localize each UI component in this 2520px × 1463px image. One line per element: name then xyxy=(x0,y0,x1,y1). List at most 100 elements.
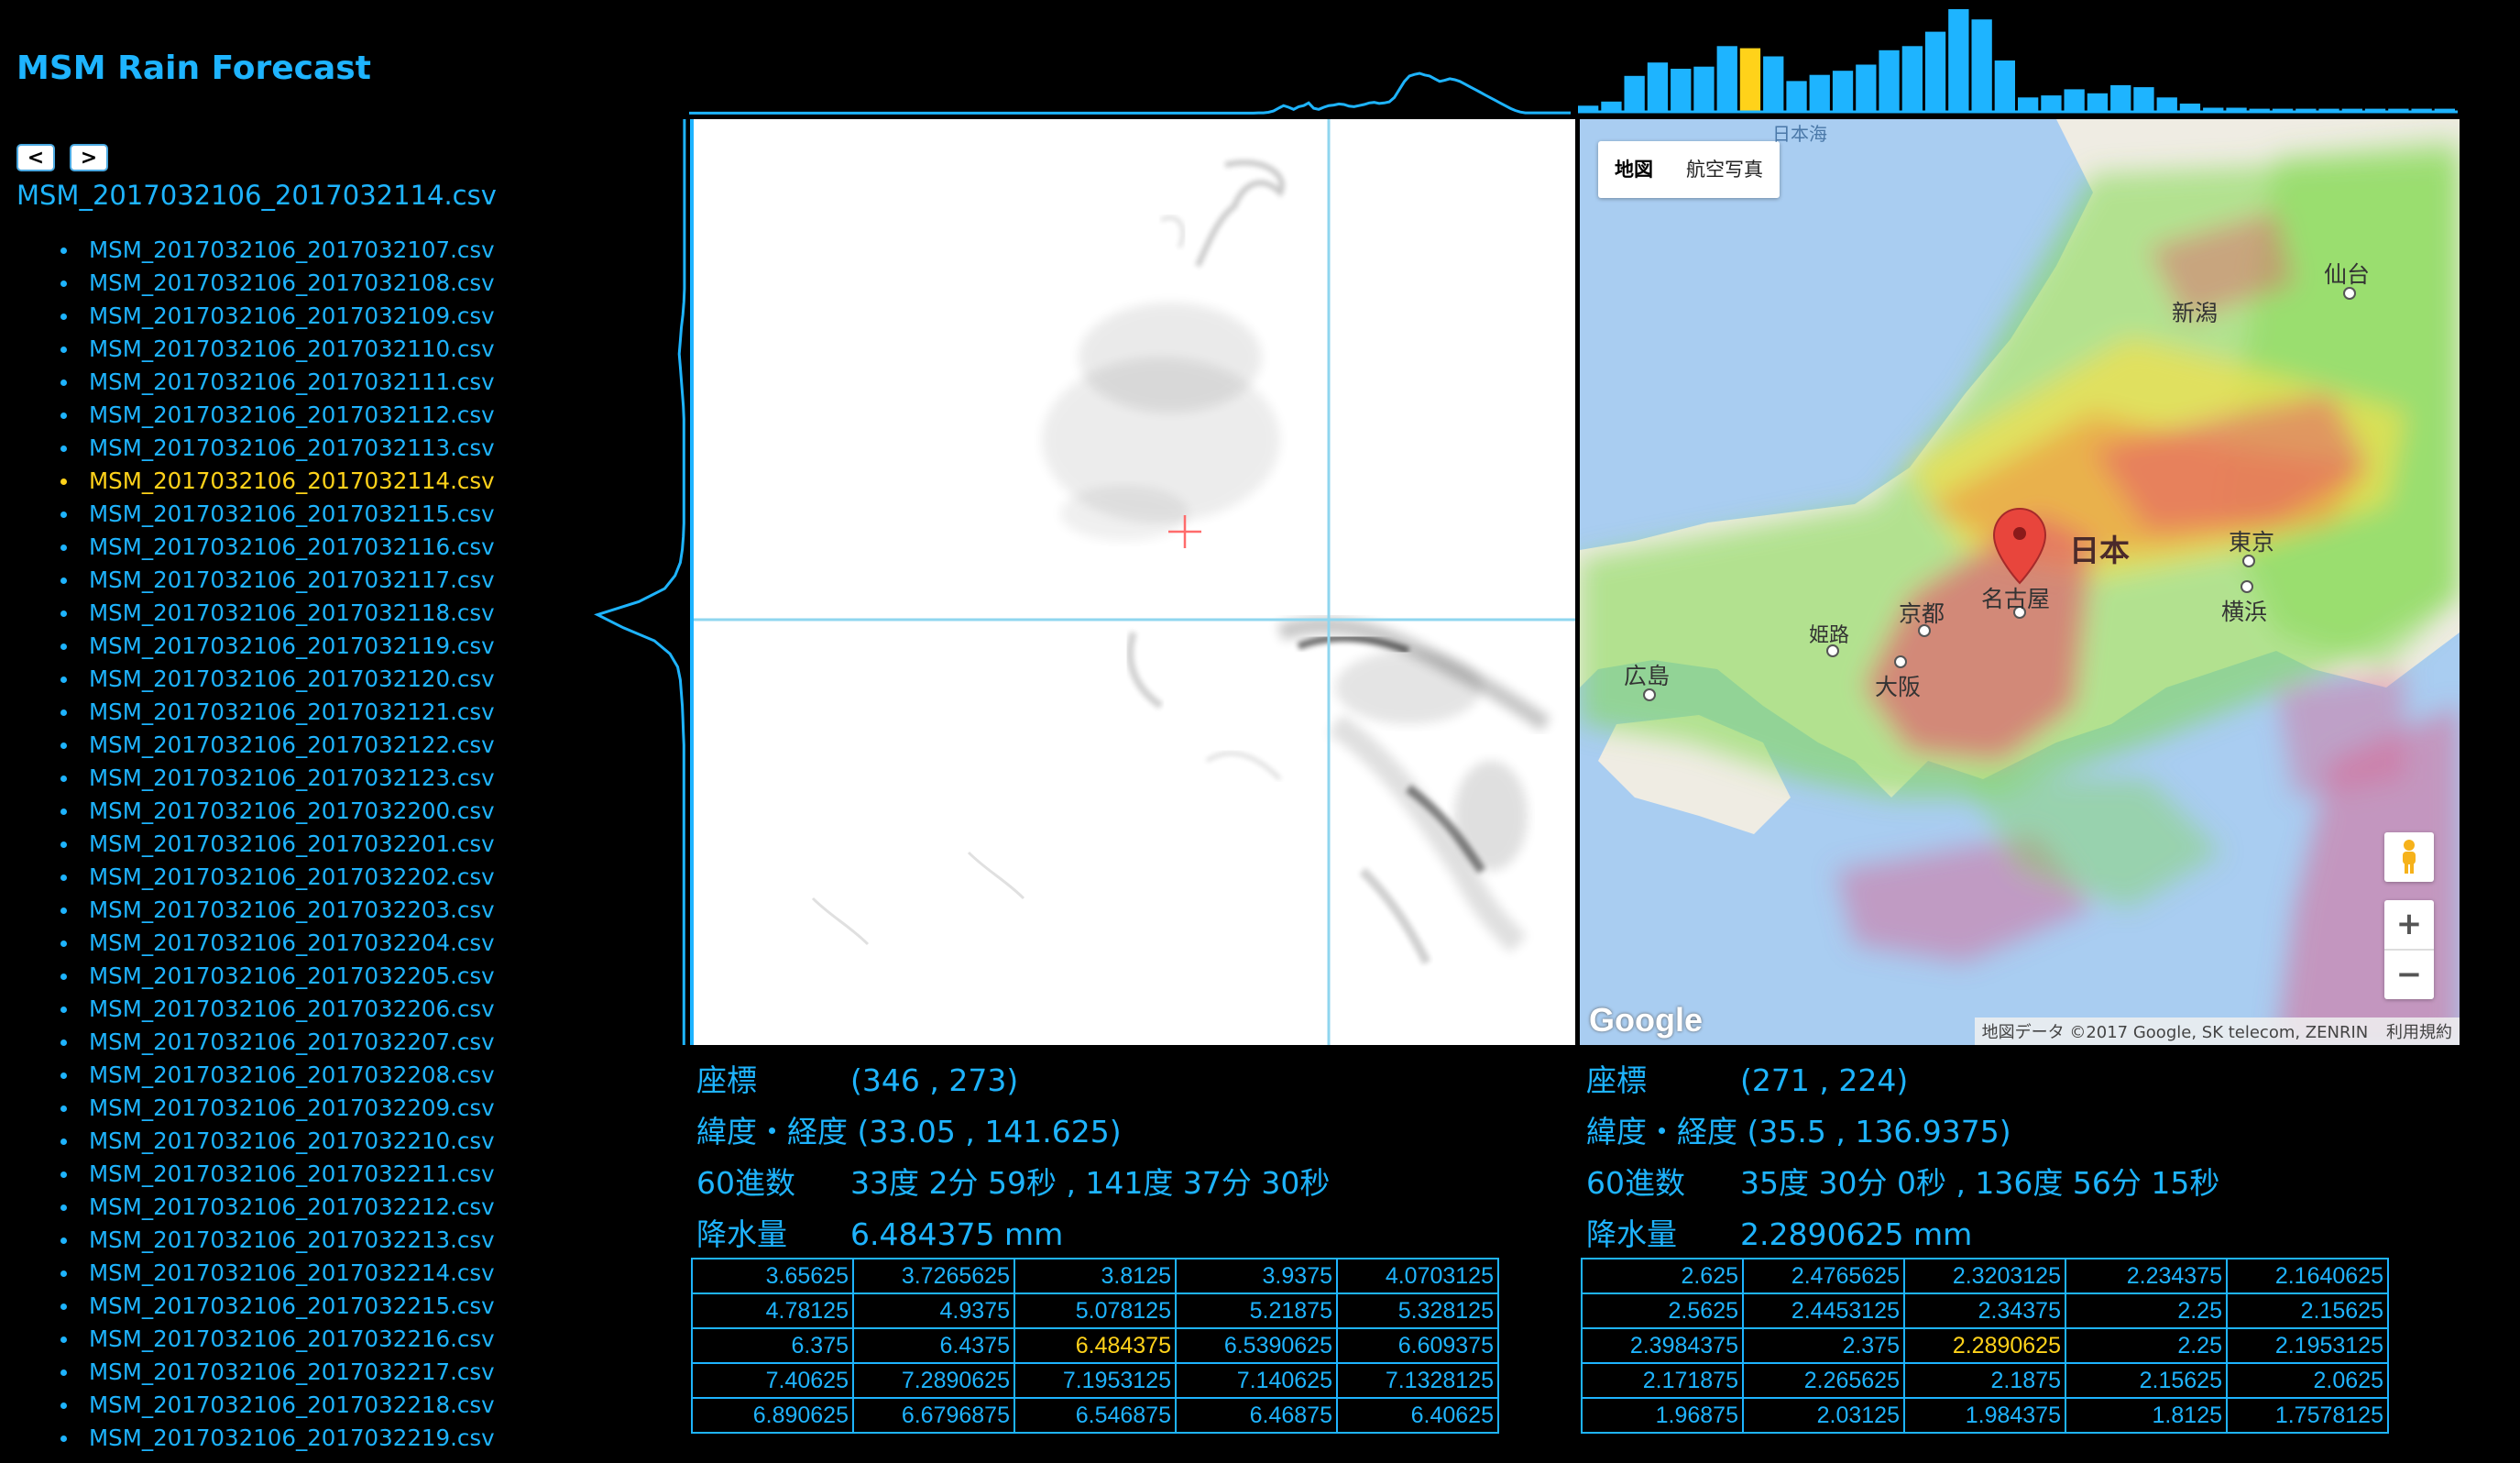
file-list-item[interactable]: MSM_2017032106_2017032205.csv xyxy=(60,960,495,993)
grid-row: 6.375 6.4375 6.484375 6.5390625 6.609375 xyxy=(691,1327,1499,1364)
sea-label: 日本海 xyxy=(1772,123,1827,145)
next-button[interactable]: > xyxy=(70,144,108,171)
grid-cell: 2.1953125 xyxy=(2226,1327,2389,1364)
city-label-himeji: 姫路 xyxy=(1809,624,1850,647)
file-list-item[interactable]: MSM_2017032106_2017032200.csv xyxy=(60,795,495,828)
file-list-item[interactable]: MSM_2017032106_2017032217.csv xyxy=(60,1356,495,1389)
file-list-item[interactable]: MSM_2017032106_2017032122.csv xyxy=(60,729,495,762)
grid-cell: 1.7578125 xyxy=(2226,1397,2389,1434)
left-rain-row: 降水量 6.484375 mm xyxy=(696,1210,1063,1254)
file-list-item[interactable]: MSM_2017032106_2017032201.csv xyxy=(60,828,495,861)
histogram-bar[interactable] xyxy=(2110,84,2131,112)
grid-row: 6.890625 6.6796875 6.546875 6.46875 6.40625 xyxy=(691,1397,1499,1434)
histogram-bar[interactable] xyxy=(2064,89,2085,112)
histogram-bar[interactable] xyxy=(1624,75,1645,112)
file-list-item[interactable]: MSM_2017032106_2017032115.csv xyxy=(60,498,495,531)
histogram-bar[interactable] xyxy=(1693,66,1715,112)
file-list-item[interactable]: MSM_2017032106_2017032210.csv xyxy=(60,1125,495,1158)
file-list-item[interactable]: MSM_2017032106_2017032204.csv xyxy=(60,927,495,960)
histogram-bar[interactable] xyxy=(2018,97,2039,112)
histogram-bar[interactable] xyxy=(1716,46,1737,112)
file-list-item[interactable]: MSM_2017032106_2017032214.csv xyxy=(60,1257,495,1290)
histogram-bar[interactable] xyxy=(1786,81,1807,112)
file-list-item[interactable]: MSM_2017032106_2017032207.csv xyxy=(60,1026,495,1059)
map-type-satellite-button[interactable]: 航空写真 xyxy=(1670,141,1780,198)
file-list-item[interactable]: MSM_2017032106_2017032215.csv xyxy=(60,1290,495,1323)
histogram-bar[interactable] xyxy=(1601,101,1622,112)
zoom-out-button[interactable]: − xyxy=(2384,951,2434,999)
grid-cell: 2.4453125 xyxy=(1742,1292,1905,1329)
file-list-item[interactable]: MSM_2017032106_2017032211.csv xyxy=(60,1158,495,1191)
histogram-bar[interactable] xyxy=(1901,46,1923,112)
histogram-bar[interactable] xyxy=(2087,93,2109,112)
histogram-bar[interactable] xyxy=(2041,95,2062,112)
file-list-item[interactable]: MSM_2017032106_2017032111.csv xyxy=(60,366,495,399)
right-rain-row: 降水量 2.2890625 mm xyxy=(1586,1210,1972,1254)
histogram-bar[interactable] xyxy=(1832,71,1854,112)
file-list-item[interactable]: MSM_2017032106_2017032117.csv xyxy=(60,564,495,597)
left-latlon-value: (33.05 , 141.625) xyxy=(857,1114,1122,1150)
grid-cell: 7.1953125 xyxy=(1013,1362,1177,1399)
right-coord-value: (271 , 224) xyxy=(1740,1062,1909,1098)
histogram-bar[interactable] xyxy=(1924,31,1946,112)
file-list-item[interactable]: MSM_2017032106_2017032216.csv xyxy=(60,1323,495,1356)
file-list-item[interactable]: MSM_2017032106_2017032112.csv xyxy=(60,399,495,432)
file-list-item[interactable]: MSM_2017032106_2017032202.csv xyxy=(60,861,495,894)
file-list-item[interactable]: MSM_2017032106_2017032120.csv xyxy=(60,663,495,696)
histogram-bar[interactable] xyxy=(1739,48,1761,112)
left-rain-value: 6.484375 mm xyxy=(850,1216,1064,1252)
rain-histogram xyxy=(1578,9,2458,114)
file-list-item[interactable]: MSM_2017032106_2017032212.csv xyxy=(60,1191,495,1224)
grid-cell: 6.890625 xyxy=(691,1397,854,1434)
histogram-bar[interactable] xyxy=(2156,97,2177,112)
city-label-hiroshima: 広島 xyxy=(1624,663,1671,689)
horizontal-profile-line xyxy=(689,72,1571,115)
histogram-bar[interactable] xyxy=(1647,62,1669,112)
file-list-item[interactable]: MSM_2017032106_2017032108.csv xyxy=(60,267,495,300)
file-list-item[interactable]: MSM_2017032106_2017032114.csv xyxy=(60,465,495,498)
file-list-item[interactable]: MSM_2017032106_2017032107.csv xyxy=(60,234,495,267)
file-list-item[interactable]: MSM_2017032106_2017032116.csv xyxy=(60,531,495,564)
histogram-bar[interactable] xyxy=(2133,87,2154,112)
map-type-map-button[interactable]: 地図 xyxy=(1598,141,1670,198)
zoom-in-button[interactable]: + xyxy=(2384,900,2434,951)
grid-cell: 7.40625 xyxy=(691,1362,854,1399)
histogram-bar[interactable] xyxy=(1948,9,1969,112)
grid-cell: 2.25 xyxy=(2065,1327,2228,1364)
file-list-item[interactable]: MSM_2017032106_2017032208.csv xyxy=(60,1059,495,1092)
histogram-bar[interactable] xyxy=(1671,69,1692,112)
file-list-item[interactable]: MSM_2017032106_2017032113.csv xyxy=(60,432,495,465)
file-list-item[interactable]: MSM_2017032106_2017032219.csv xyxy=(60,1422,495,1455)
histogram-bar[interactable] xyxy=(1763,56,1784,113)
street-view-pegman-icon[interactable] xyxy=(2384,832,2434,882)
grid-cell: 2.34375 xyxy=(1903,1292,2066,1329)
histogram-bar[interactable] xyxy=(1994,60,2015,112)
histogram-bar[interactable] xyxy=(1971,19,1992,113)
rain-intensity-image[interactable] xyxy=(690,119,1575,1045)
rain-map[interactable]: 地図 航空写真 日本海 日本 仙台 新潟 東京 横浜 名古屋 京都 大阪 姫路 … xyxy=(1580,119,2460,1045)
histogram-bar[interactable] xyxy=(1809,74,1830,112)
left-sexagesimal-value: 33度 2分 59秒 , 141度 37分 30秒 xyxy=(850,1165,1331,1201)
file-list-item[interactable]: MSM_2017032106_2017032118.csv xyxy=(60,597,495,630)
grid-cell: 7.2890625 xyxy=(852,1362,1015,1399)
file-list-item[interactable]: MSM_2017032106_2017032109.csv xyxy=(60,300,495,333)
file-list-item[interactable]: MSM_2017032106_2017032203.csv xyxy=(60,894,495,927)
right-rain-grid: 2.625 2.4765625 2.3203125 2.234375 2.1640625… xyxy=(1581,1258,2389,1434)
file-list-item[interactable]: MSM_2017032106_2017032121.csv xyxy=(60,696,495,729)
grid-cell: 5.328125 xyxy=(1336,1292,1499,1329)
google-logo[interactable]: Google xyxy=(1589,1001,1703,1040)
histogram-bar[interactable] xyxy=(1856,64,1877,113)
right-rain-value: 2.2890625 mm xyxy=(1740,1216,1973,1252)
right-rain-label: 降水量 xyxy=(1586,1216,1677,1252)
rain-intensity-canvas[interactable] xyxy=(694,119,1575,1045)
file-list-item[interactable]: MSM_2017032106_2017032123.csv xyxy=(60,762,495,795)
file-list-item[interactable]: MSM_2017032106_2017032213.csv xyxy=(60,1224,495,1257)
terms-link[interactable]: 利用規約 xyxy=(2386,1023,2452,1042)
file-list-item[interactable]: MSM_2017032106_2017032206.csv xyxy=(60,993,495,1026)
file-list-item[interactable]: MSM_2017032106_2017032110.csv xyxy=(60,333,495,366)
histogram-bar[interactable] xyxy=(1879,50,1900,112)
prev-button[interactable]: < xyxy=(16,144,55,171)
file-list-item[interactable]: MSM_2017032106_2017032119.csv xyxy=(60,630,495,663)
file-list-item[interactable]: MSM_2017032106_2017032218.csv xyxy=(60,1389,495,1422)
file-list-item[interactable]: MSM_2017032106_2017032209.csv xyxy=(60,1092,495,1125)
